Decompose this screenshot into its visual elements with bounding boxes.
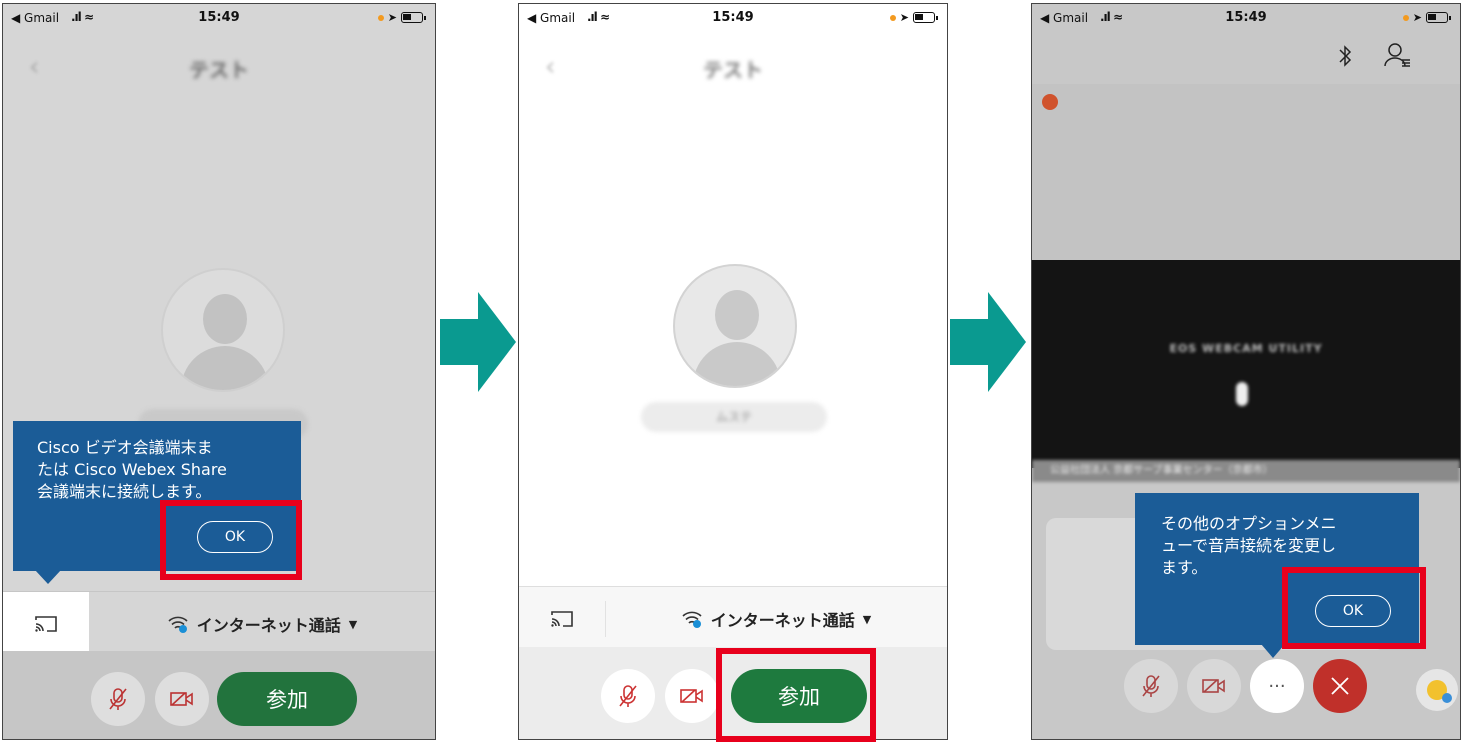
privacy-dot-icon [377,14,384,21]
tooltip-line: Cisco ビデオ会議端末ま [37,438,213,457]
mute-button[interactable] [601,669,655,723]
cast-button[interactable] [519,587,605,651]
bottom-bar: 参加 [3,651,435,739]
webcam-logo [1236,382,1248,406]
leave-button[interactable] [1313,659,1367,713]
video-caption: EOS WEBCAM UTILITY [1169,342,1323,355]
privacy-dot-icon [1402,14,1409,21]
video-off-icon [1202,679,1225,693]
video-tile: EOS WEBCAM UTILITY [1032,260,1460,468]
cast-button[interactable] [3,592,89,656]
participant-name-bar: 公益社団法人 京都サーブ事業センター（京都市） [1032,460,1460,482]
wifi-check-icon [682,611,702,628]
tooltip-line: その他のオプションメニ [1161,514,1337,533]
clock: 15:49 [1225,10,1267,25]
recording-indicator [1042,94,1058,110]
avatar [161,268,285,392]
mic-off-icon [1142,675,1160,697]
more-options-button[interactable]: ··· [1250,659,1304,713]
battery-icon [1426,12,1451,23]
wifi-check-icon [168,616,188,633]
mute-button[interactable] [1124,659,1178,713]
nav-bar [1032,32,1460,84]
video-button[interactable] [155,672,209,726]
clock: 15:49 [712,10,754,25]
location-icon: ➤ [899,11,909,24]
video-button[interactable] [665,669,719,723]
audio-label: インターネット通話 [710,611,855,630]
avatar [673,264,797,388]
highlight-box [1282,567,1426,649]
phone-screen-3: ◀ Gmail .ıl ≈ 15:49 ➤ EOS WEBCAM UTILITY… [1031,3,1461,740]
battery-icon [401,12,426,23]
location-icon: ➤ [387,11,397,24]
status-bar: ◀ Gmail .ıl ≈ 15:49 ➤ [519,4,947,32]
name-pill: ムステ [641,402,827,432]
caret-down-icon: ▼ [862,612,872,626]
mute-button[interactable] [91,672,145,726]
participants-icon[interactable] [1384,42,1412,68]
meeting-title: テスト [703,58,763,82]
nav-bar: ‹ テスト [519,32,947,96]
emoji-icon [1427,680,1452,703]
video-off-icon [680,689,703,703]
arrow-right-icon [440,292,520,392]
join-button[interactable]: 参加 [217,672,357,726]
highlight-box [160,500,302,580]
privacy-dot-icon [889,14,896,21]
arrow-right-icon [950,292,1030,392]
audio-selector[interactable]: インターネット通話 ▼ [605,587,947,651]
status-bar: ◀ Gmail .ıl ≈ 15:49 ➤ [3,4,435,32]
meeting-stage [1032,84,1460,260]
cast-icon [551,611,573,627]
tooltip-line: たは Cisco Webex Share [37,460,227,479]
phone-screen-1: ◀ Gmail .ıl ≈ 15:49 ➤ ‹ テスト Cisco ビデオ会議端… [2,3,436,740]
clock: 15:49 [198,10,240,25]
audio-bar: インターネット通話 ▼ [3,591,435,656]
battery-icon [913,12,938,23]
bottom-controls: ··· [1032,649,1460,739]
meeting-title: テスト [189,58,249,82]
audio-selector[interactable]: インターネット通話 ▼ [89,592,435,656]
tooltip-line: ューで音声接続を変更し [1161,536,1337,555]
video-button[interactable] [1187,659,1241,713]
tooltip-pointer [35,570,61,584]
reactions-button[interactable] [1416,669,1458,711]
audio-bar: インターネット通話 ▼ [519,586,947,650]
cast-icon [35,616,57,632]
highlight-box [716,648,876,742]
audio-label: インターネット通話 [196,616,341,635]
bluetooth-icon[interactable] [1338,44,1352,68]
location-icon: ➤ [1412,11,1422,24]
mic-off-icon [619,685,637,707]
more-dots-icon: ··· [1268,675,1286,697]
nav-bar: ‹ テスト [3,32,435,96]
video-off-icon [170,692,193,706]
caret-down-icon: ▼ [348,617,358,631]
mic-off-icon [109,688,127,710]
phone-screen-2: ◀ Gmail .ıl ≈ 15:49 ➤ ‹ テスト ムステ インターネット通… [518,3,948,740]
close-icon [1331,677,1349,695]
status-bar: ◀ Gmail .ıl ≈ 15:49 ➤ [1032,4,1460,32]
